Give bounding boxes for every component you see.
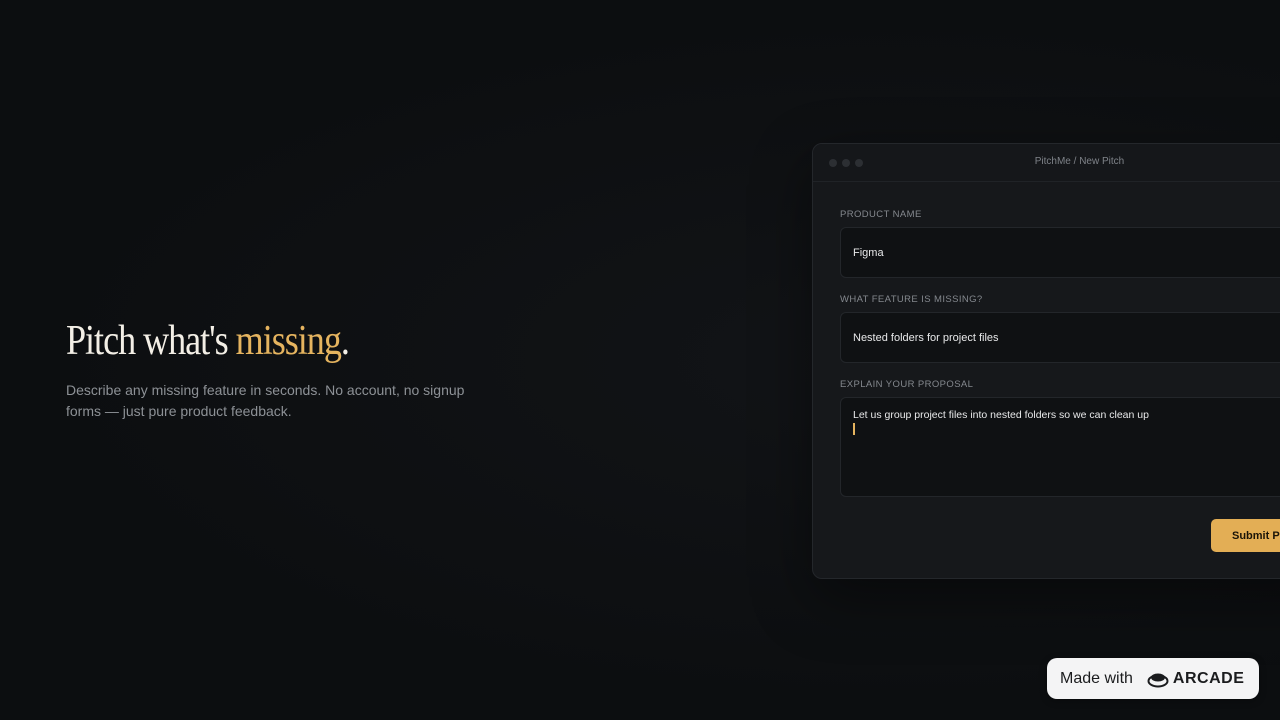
hero-title: Pitch what's missing.	[66, 316, 427, 366]
hero-title-prefix: Pitch what's	[66, 318, 236, 364]
made-with-arcade-badge[interactable]: Made with ARCADE	[1047, 658, 1259, 699]
missing-feature-input[interactable]: Nested folders for project files	[840, 312, 1280, 363]
proposal-label: EXPLAIN YOUR PROPOSAL	[840, 379, 974, 390]
arcade-logo-icon	[1147, 673, 1169, 687]
submit-pitch-button[interactable]: Submit Pitch	[1211, 519, 1280, 552]
hero-subtitle: Describe any missing feature in seconds.…	[66, 382, 465, 419]
proposal-text: Let us group project files into nested f…	[853, 409, 1149, 421]
product-name-input[interactable]: Figma	[840, 227, 1280, 278]
page: Pitch what's missing. Describe any missi…	[0, 0, 1280, 720]
missing-feature-label: WHAT FEATURE IS MISSING?	[840, 294, 983, 305]
text-caret	[853, 423, 855, 435]
window-titlebar: PitchMe / New Pitch	[813, 144, 1280, 182]
pitch-form: PRODUCT NAME Figma WHAT FEATURE IS MISSI…	[840, 209, 1280, 497]
product-name-label: PRODUCT NAME	[840, 209, 922, 220]
hero-section: Pitch what's missing. Describe any missi…	[66, 316, 486, 422]
badge-text: Made with	[1060, 669, 1133, 687]
proposal-textarea[interactable]: Let us group project files into nested f…	[840, 397, 1280, 497]
app-window: PitchMe / New Pitch PRODUCT NAME Figma W…	[812, 143, 1280, 579]
window-title: PitchMe / New Pitch	[1034, 156, 1125, 167]
badge-brand: ARCADE	[1172, 669, 1245, 687]
hero-title-accent: missing	[235, 318, 342, 364]
hero-title-suffix: .	[340, 318, 350, 364]
